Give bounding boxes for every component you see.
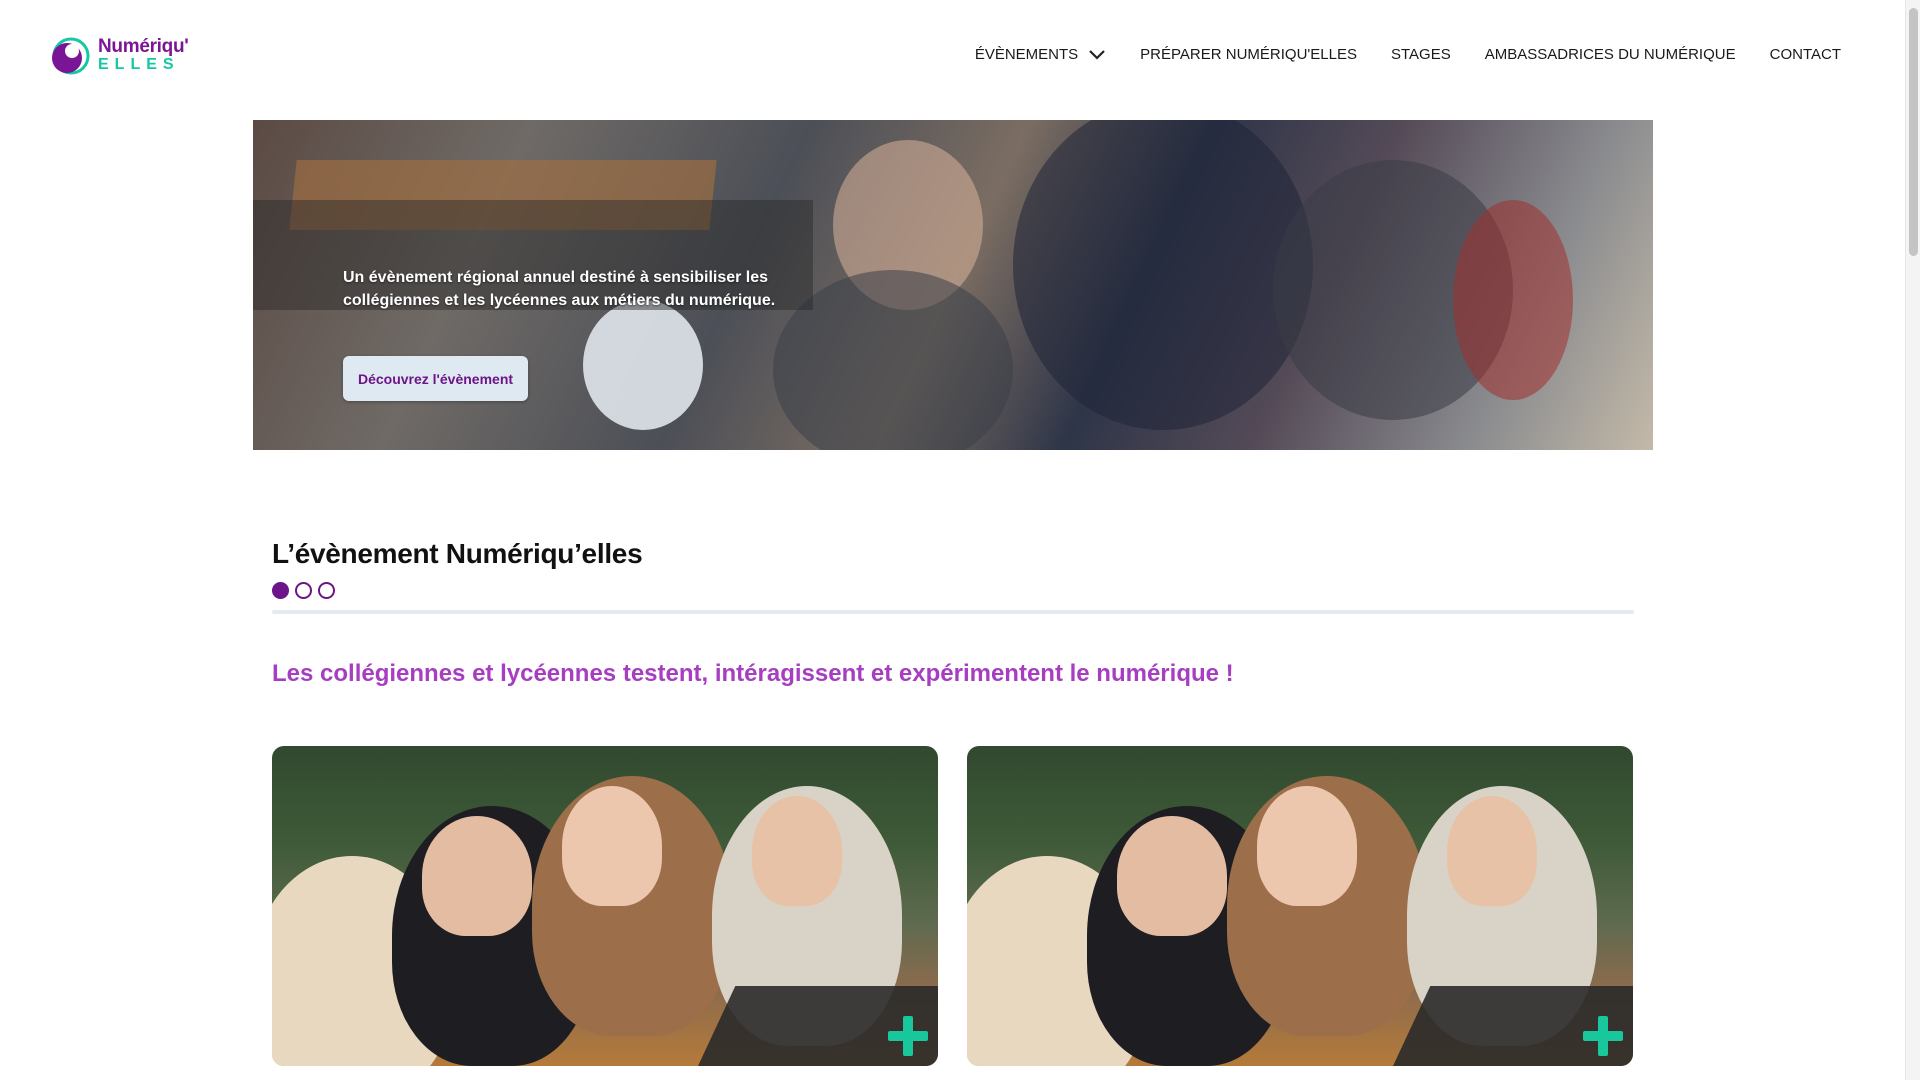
hero-photo-element (1453, 200, 1573, 400)
logo-mark-icon (52, 37, 90, 75)
site-header: Numériqu' ELLES ÉVÈNEMENTS PRÉPARER NUMÉ… (0, 0, 1905, 115)
page-scrollbar[interactable] (1905, 0, 1920, 1080)
carousel-dot-1[interactable] (272, 582, 289, 599)
carousel-dot-2[interactable] (295, 582, 312, 599)
main-nav: ÉVÈNEMENTS PRÉPARER NUMÉRIQU'ELLES STAGE… (975, 46, 1841, 63)
carousel-dots (272, 582, 341, 599)
scrollbar-thumb[interactable] (1909, 8, 1918, 256)
nav-item-label: STAGES (1390, 46, 1451, 63)
logo-text-top: Numériqu' (98, 36, 189, 57)
hero-photo-element (583, 300, 703, 430)
chevron-down-icon (1089, 49, 1105, 60)
hero-banner: Un évènement régional annuel destiné à s… (253, 120, 1653, 450)
card-photo-element (562, 786, 662, 906)
logo-text-bottom: ELLES (98, 56, 180, 73)
section-title: L’évènement Numériqu’elles (272, 538, 643, 569)
nav-item-label: AMBASSADRICES DU NUMÉRIQUE (1484, 46, 1736, 63)
card-photo-element (752, 796, 842, 906)
carousel-dot-3[interactable] (318, 582, 335, 599)
nav-item-label: PRÉPARER NUMÉRIQU'ELLES (1140, 46, 1357, 63)
section-divider (272, 610, 1634, 614)
nav-item-label: ÉVÈNEMENTS (974, 46, 1079, 63)
card-photo-element (1117, 816, 1227, 936)
plus-icon[interactable] (1583, 1016, 1623, 1056)
nav-item-preparer[interactable]: PRÉPARER NUMÉRIQU'ELLES (1140, 46, 1357, 63)
nav-item-label: CONTACT (1769, 46, 1841, 63)
nav-item-stages[interactable]: STAGES (1391, 46, 1451, 63)
photo-card[interactable] (272, 746, 938, 1066)
nav-item-ambassadrices[interactable]: AMBASSADRICES DU NUMÉRIQUE (1485, 46, 1736, 63)
nav-item-contact[interactable]: CONTACT (1770, 46, 1841, 63)
hero-photo-element (1013, 120, 1313, 430)
site-logo[interactable]: Numériqu' ELLES (50, 30, 190, 80)
hero-caption: Un évènement régional annuel destiné à s… (343, 269, 776, 309)
card-photo-element (1257, 786, 1357, 906)
plus-icon[interactable] (888, 1016, 928, 1056)
card-photo-element (422, 816, 532, 936)
photo-card[interactable] (967, 746, 1633, 1066)
nav-item-evenements[interactable]: ÉVÈNEMENTS (975, 46, 1106, 63)
section-subtitle: Les collégiennes et lycéennes testent, i… (272, 660, 1234, 687)
card-photo-element (1447, 796, 1537, 906)
discover-event-button[interactable]: Découvrez l'évènement (343, 356, 528, 401)
